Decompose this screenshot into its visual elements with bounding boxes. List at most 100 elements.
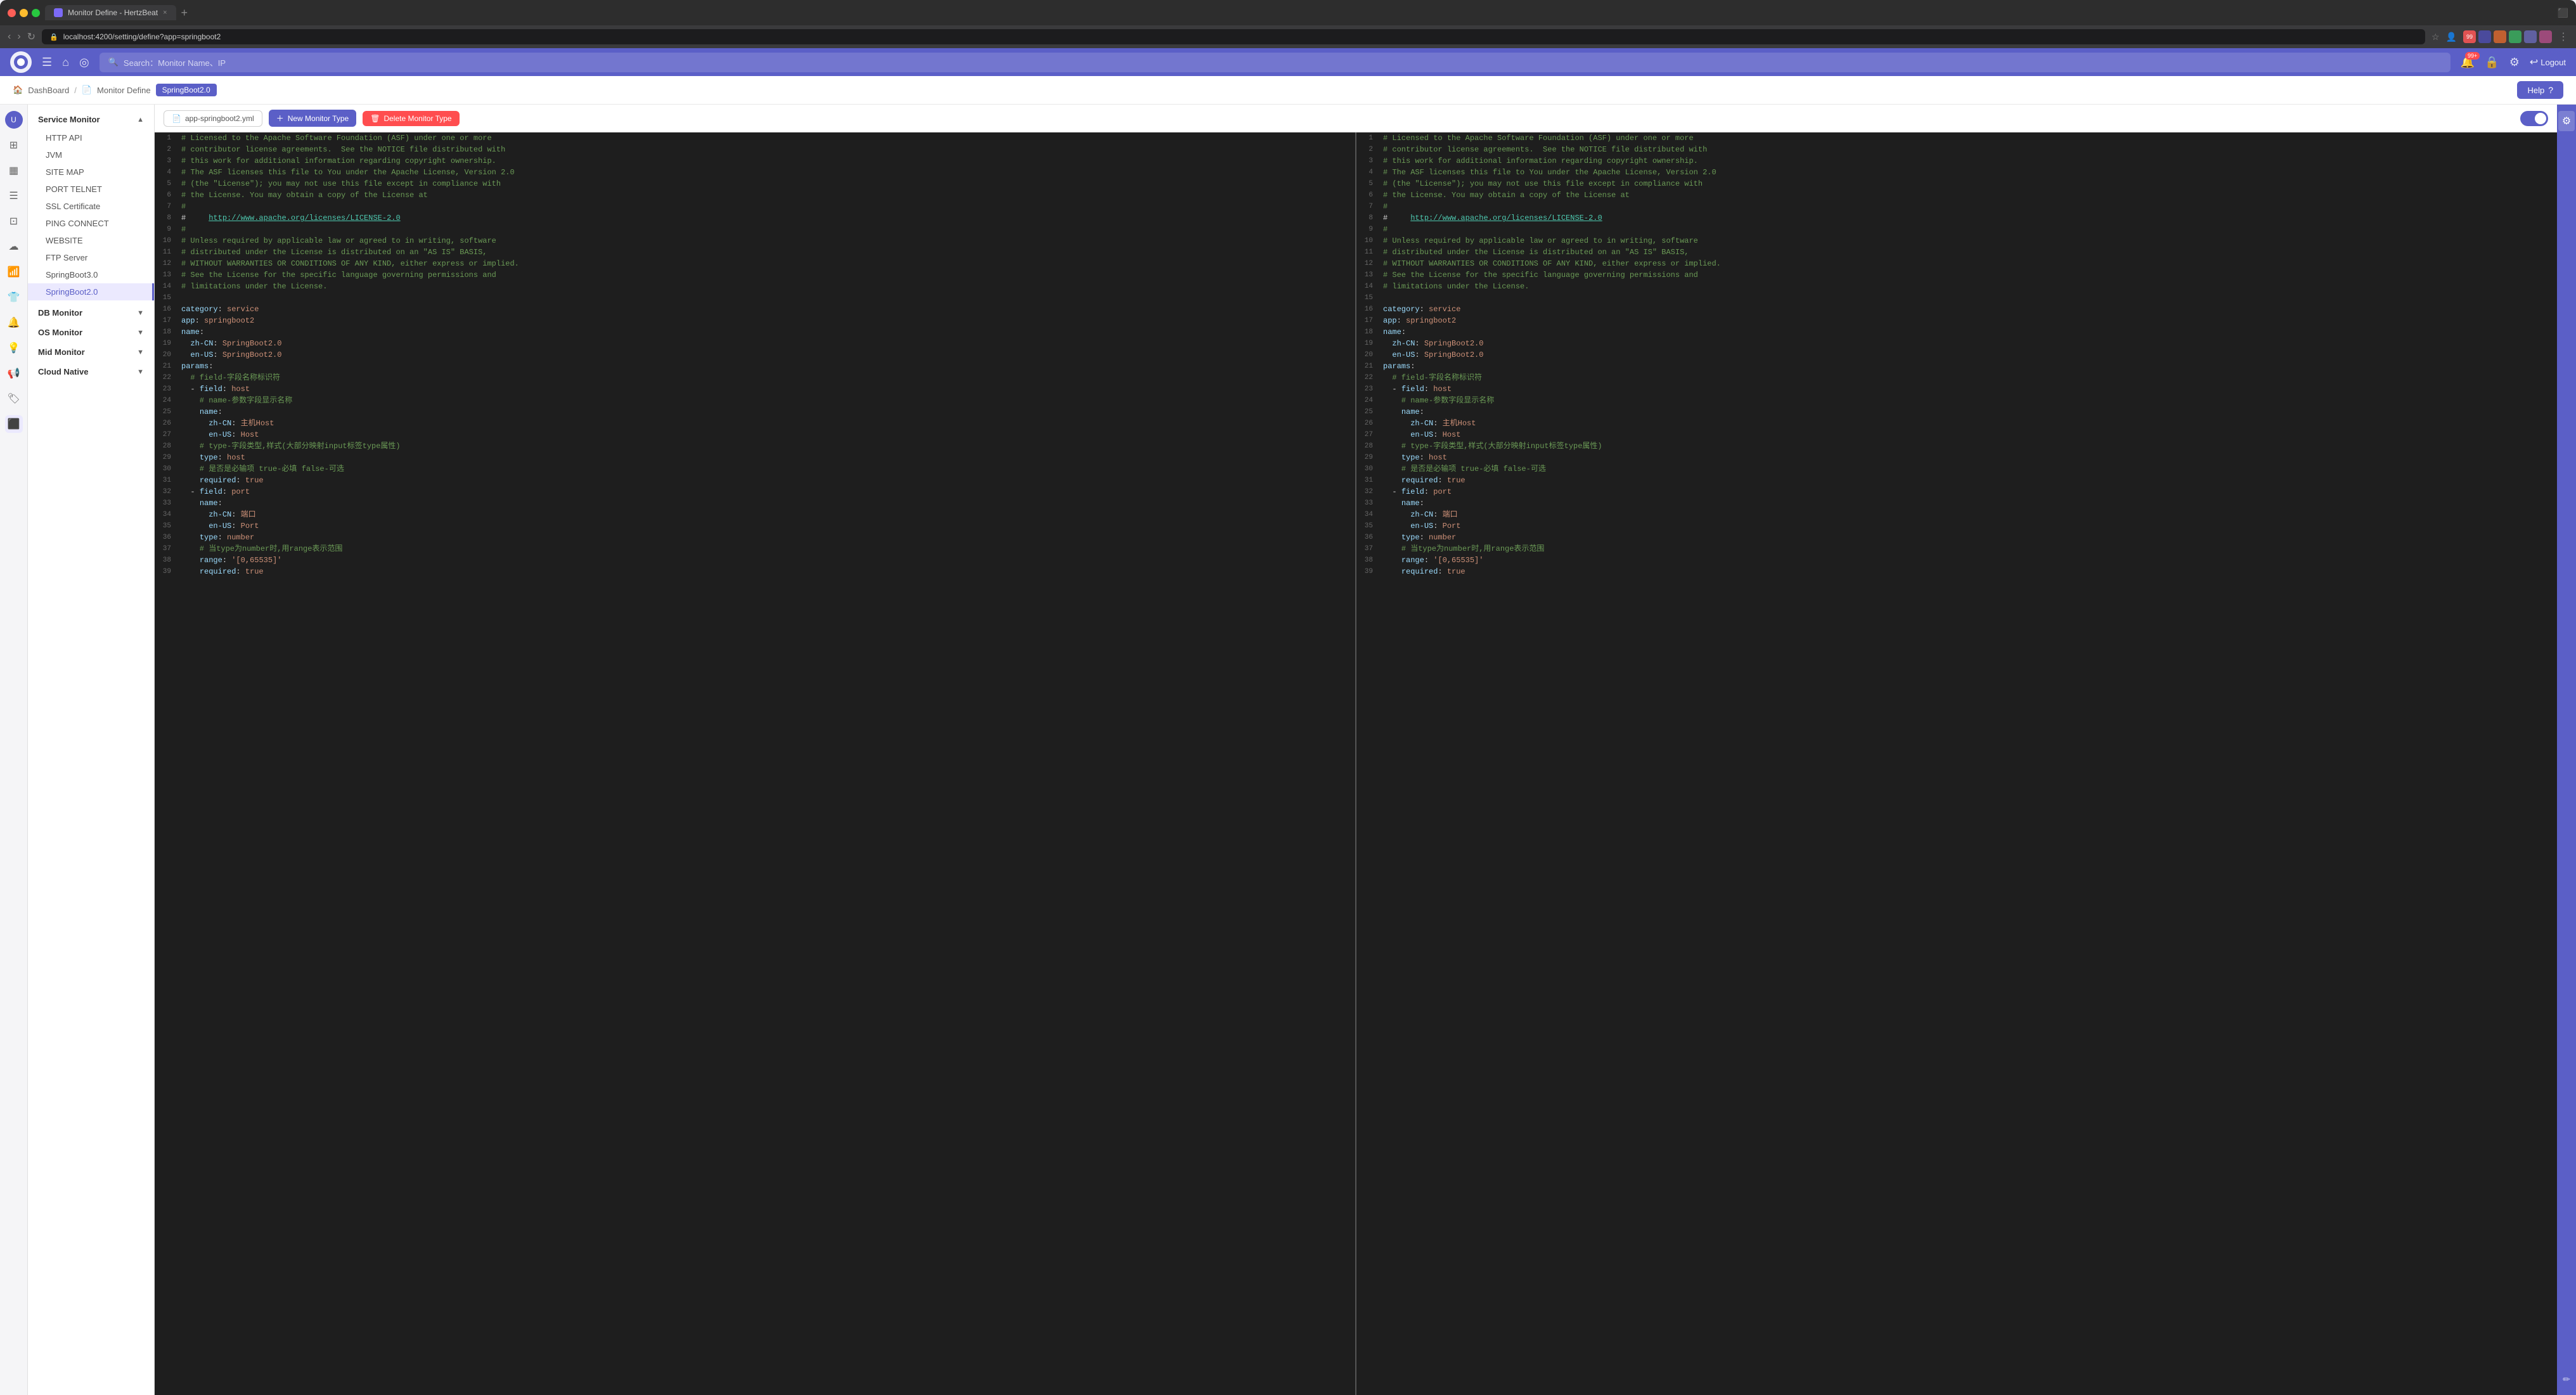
lock-header-icon[interactable]: 🔒	[2485, 56, 2499, 69]
traffic-light-red[interactable]	[8, 9, 16, 17]
sidebar-icon-megaphone[interactable]: 📢	[5, 364, 23, 382]
content-area: 📄 app-springboot2.yml ＋ New Monitor Type…	[155, 105, 2557, 1395]
site-map-item[interactable]: SITE MAP	[28, 164, 154, 181]
traffic-light-yellow[interactable]	[20, 9, 28, 17]
browser-chrome: Monitor Define - HertzBeat × + ⬛	[0, 0, 2576, 25]
breadcrumb-page[interactable]: Monitor Define	[97, 86, 151, 95]
profile-icon[interactable]: 👤	[2446, 32, 2457, 42]
code-line-18: 18name:	[155, 326, 1355, 338]
avatar-icon: U	[5, 111, 23, 129]
code-line-28: 28 # type-字段类型,样式(大部分映射input标签type属性)	[155, 440, 1355, 452]
http-api-item[interactable]: HTTP API	[28, 129, 154, 146]
delete-monitor-type-button[interactable]: 🗑 Delete Monitor Type	[363, 111, 459, 126]
new-monitor-type-button[interactable]: ＋ New Monitor Type	[269, 110, 357, 127]
sidebar-icon-list[interactable]: ☰	[5, 187, 23, 205]
url-text: localhost:4200/setting/define?app=spring…	[63, 32, 221, 41]
code-line-31: 31 required: true	[155, 475, 1355, 486]
logout-button[interactable]: ↩ Logout	[2530, 56, 2566, 68]
sidebar-icon-tag[interactable]: 🏷	[5, 390, 23, 408]
sidebar-icon-shirt[interactable]: 👕	[5, 288, 23, 306]
code-line-16: 16category: service	[155, 304, 1355, 315]
mid-monitor-group: Mid Monitor ▼	[28, 342, 154, 362]
monitor-define-icon: 📄	[82, 85, 92, 95]
main-layout: U ⊞ ▦ ☰ ⊡ ☁ 📶 👕 🔔 💡 📢 🏷 ⬛ Service Monito…	[0, 105, 2576, 1395]
header-search[interactable]: 🔍 Search：Monitor Name、IP	[100, 53, 2450, 72]
file-button[interactable]: 📄 app-springboot2.yml	[164, 110, 262, 127]
code-line-19: 19 zh-CN: SpringBoot2.0	[155, 338, 1355, 349]
sidebar-icon-wifi[interactable]: 📶	[5, 263, 23, 281]
sidebar-icon-grid[interactable]: ⊡	[5, 212, 23, 230]
code-line-11: 11# distributed under the License is dis…	[155, 247, 1355, 258]
code-line-39: 39 required: true	[155, 566, 1355, 577]
more-icon[interactable]: ⋮	[2558, 30, 2568, 43]
mid-monitor-header[interactable]: Mid Monitor ▼	[28, 342, 154, 362]
website-item[interactable]: WEBSITE	[28, 232, 154, 249]
app-header: ☰ ⌂ ◎ 🔍 Search：Monitor Name、IP 🔔 99+ 🔒 ⚙…	[0, 48, 2576, 76]
ping-connect-item[interactable]: PING CONNECT	[28, 215, 154, 232]
settings-right-icon[interactable]: ⚙	[2558, 111, 2575, 131]
service-monitor-header[interactable]: Service Monitor ▲	[28, 110, 154, 129]
browser-tab[interactable]: Monitor Define - HertzBeat ×	[45, 5, 176, 20]
db-monitor-label: DB Monitor	[38, 308, 82, 318]
nav-reload-button[interactable]: ↻	[27, 30, 35, 43]
url-input[interactable]: 🔒 localhost:4200/setting/define?app=spri…	[42, 29, 2425, 44]
code-line-25: 25 name:	[155, 406, 1355, 418]
sidebar-icon-monitor[interactable]: ▦	[5, 162, 23, 179]
code-line-24: 24 # name-参数字段显示名称	[155, 395, 1355, 406]
ext-icon-3[interactable]	[2494, 30, 2506, 43]
sidebar-icon-cloud[interactable]: ☁	[5, 238, 23, 255]
os-monitor-header[interactable]: OS Monitor ▼	[28, 323, 154, 342]
browser-actions: ☆ 👤 99 ⋮	[2431, 30, 2568, 43]
cloud-native-header[interactable]: Cloud Native ▼	[28, 362, 154, 382]
sidebar-icon-overview[interactable]: ⊞	[5, 136, 23, 154]
github-icon[interactable]: ⌂	[62, 56, 69, 69]
nav-forward-button[interactable]: ›	[17, 31, 20, 42]
code-line-32: 32 - field: port	[155, 486, 1355, 498]
nav-back-button[interactable]: ‹	[8, 31, 11, 42]
sidebar-icon-bulb[interactable]: 💡	[5, 339, 23, 357]
springboot20-item[interactable]: SpringBoot2.0	[28, 283, 154, 300]
sidebar-icon-terminal[interactable]: ⬛	[5, 415, 23, 433]
plus-icon: ＋	[276, 113, 284, 124]
ext-icon-2[interactable]	[2478, 30, 2491, 43]
editor-pane-left[interactable]: 1# Licensed to the Apache Software Found…	[155, 132, 1356, 1395]
code-line-17: 17app: springboot2	[155, 315, 1355, 326]
settings-icon[interactable]: ⚙	[2509, 56, 2520, 69]
os-monitor-label: OS Monitor	[38, 328, 82, 337]
ext-icon-1[interactable]: 99	[2463, 30, 2476, 43]
address-bar: ‹ › ↻ 🔒 localhost:4200/setting/define?ap…	[0, 25, 2576, 48]
ext-icon-6[interactable]	[2539, 30, 2552, 43]
sidebar-icon-bell[interactable]: 🔔	[5, 314, 23, 331]
notification-bell[interactable]: 🔔 99+	[2461, 56, 2475, 69]
traffic-light-green[interactable]	[32, 9, 40, 17]
code-line-30: 30 # 是否是必输项 true-必填 false-可选	[155, 463, 1355, 475]
code-line-21: 21params:	[155, 361, 1355, 372]
code-line-12: 12# WITHOUT WARRANTIES OR CONDITIONS OF …	[155, 258, 1355, 269]
jvm-item[interactable]: JVM	[28, 146, 154, 164]
pencil-right-icon[interactable]: ✏	[2559, 1370, 2574, 1389]
db-monitor-group: DB Monitor ▼	[28, 303, 154, 323]
code-line-5: 5# (the "License"); you may not use this…	[155, 178, 1355, 190]
editor-pane-right[interactable]: 1# Licensed to the Apache Software Found…	[1356, 132, 2557, 1395]
code-line-8: 8# http://www.apache.org/licenses/LICENS…	[155, 212, 1355, 224]
springboot30-item[interactable]: SpringBoot3.0	[28, 266, 154, 283]
new-tab-button[interactable]: +	[181, 6, 188, 20]
toggle-switch[interactable]	[2520, 111, 2548, 126]
breadcrumb-home[interactable]: DashBoard	[28, 86, 69, 95]
cloud-native-label: Cloud Native	[38, 367, 88, 376]
port-telnet-item[interactable]: PORT TELNET	[28, 181, 154, 198]
db-monitor-header[interactable]: DB Monitor ▼	[28, 303, 154, 323]
search-icon: 🔍	[108, 57, 119, 67]
code-line-3: 3# this work for additional information …	[155, 155, 1355, 167]
tab-close-icon[interactable]: ×	[163, 9, 167, 16]
ext-icon-5[interactable]	[2524, 30, 2537, 43]
ftp-server-item[interactable]: FTP Server	[28, 249, 154, 266]
ssl-cert-item[interactable]: SSL Certificate	[28, 198, 154, 215]
service-monitor-group: Service Monitor ▲ HTTP API JVM SITE MAP …	[28, 110, 154, 300]
ext-icon-4[interactable]	[2509, 30, 2521, 43]
code-line-13: 13# See the License for the specific lan…	[155, 269, 1355, 281]
hamburger-icon[interactable]: ☰	[42, 56, 52, 69]
help-circle-icon[interactable]: ◎	[79, 56, 89, 69]
bookmark-icon[interactable]: ☆	[2431, 32, 2440, 42]
help-button[interactable]: Help ?	[2517, 81, 2563, 99]
